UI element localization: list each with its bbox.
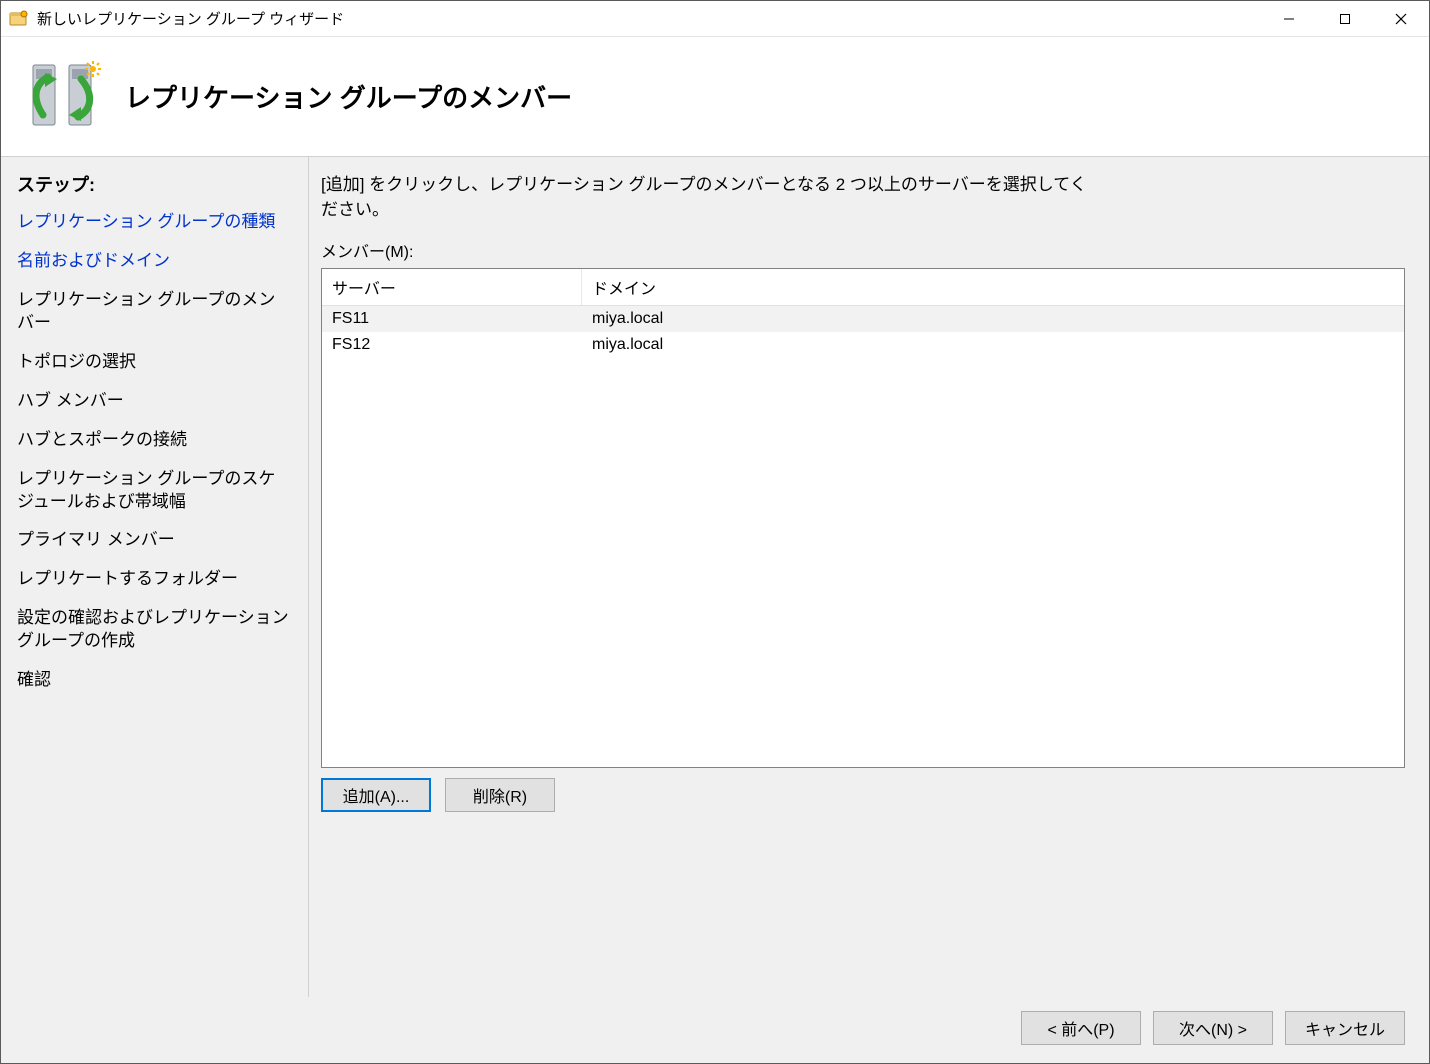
page-title: レプリケーション グループのメンバー (125, 78, 572, 115)
step-item: プライマリ メンバー (17, 529, 292, 552)
table-row[interactable]: FS12miya.local (322, 332, 1404, 358)
step-item: レプリケーション グループのスケジュールおよび帯域幅 (17, 468, 292, 514)
step-item: レプリケートするフォルダー (17, 568, 292, 591)
wizard-window: 新しいレプリケーション グループ ウィザード (0, 0, 1430, 1064)
instruction-text: [追加] をクリックし、レプリケーション グループのメンバーとなる 2 つ以上の… (321, 173, 1101, 222)
members-label: メンバー(M): (321, 238, 1405, 262)
table-row[interactable]: FS11miya.local (322, 306, 1404, 332)
remove-button[interactable]: 削除(R) (445, 778, 555, 812)
window-title: 新しいレプリケーション グループ ウィザード (37, 8, 1261, 29)
window-controls (1261, 1, 1429, 36)
close-button[interactable] (1373, 1, 1429, 36)
step-item: 設定の確認およびレプリケーション グループの作成 (17, 607, 292, 653)
list-buttons: 追加(A)... 削除(R) (321, 778, 1405, 812)
replication-group-icon (23, 55, 107, 139)
step-item[interactable]: レプリケーション グループの種類 (17, 211, 292, 234)
minimize-button[interactable] (1261, 1, 1317, 36)
cell-server: FS11 (322, 306, 582, 332)
wizard-banner: レプリケーション グループのメンバー (1, 37, 1429, 157)
maximize-button[interactable] (1317, 1, 1373, 36)
back-button[interactable]: < 前へ(P) (1021, 1011, 1141, 1045)
cancel-button[interactable]: キャンセル (1285, 1011, 1405, 1045)
wizard-footer: < 前へ(P) 次へ(N) > キャンセル (1, 997, 1429, 1063)
listview-header: サーバー ドメイン (322, 269, 1404, 306)
step-item: 確認 (17, 669, 292, 692)
column-server[interactable]: サーバー (322, 269, 582, 305)
step-item[interactable]: 名前およびドメイン (17, 250, 292, 273)
cell-server: FS12 (322, 332, 582, 358)
titlebar: 新しいレプリケーション グループ ウィザード (1, 1, 1429, 37)
members-listview[interactable]: サーバー ドメイン FS11miya.localFS12miya.local (321, 268, 1405, 768)
steps-heading: ステップ: (17, 171, 292, 197)
column-domain[interactable]: ドメイン (582, 269, 1404, 305)
add-button[interactable]: 追加(A)... (321, 778, 431, 812)
step-item: トポロジの選択 (17, 351, 292, 374)
main-panel: [追加] をクリックし、レプリケーション グループのメンバーとなる 2 つ以上の… (309, 157, 1429, 997)
steps-sidebar: ステップ: レプリケーション グループの種類名前およびドメインレプリケーション … (1, 157, 309, 997)
app-icon (9, 9, 29, 29)
cell-domain: miya.local (582, 332, 1404, 358)
wizard-body: ステップ: レプリケーション グループの種類名前およびドメインレプリケーション … (1, 157, 1429, 997)
next-button[interactable]: 次へ(N) > (1153, 1011, 1273, 1045)
step-item: ハブ メンバー (17, 390, 292, 413)
step-item: ハブとスポークの接続 (17, 429, 292, 452)
step-item: レプリケーション グループのメンバー (17, 289, 292, 335)
cell-domain: miya.local (582, 306, 1404, 332)
